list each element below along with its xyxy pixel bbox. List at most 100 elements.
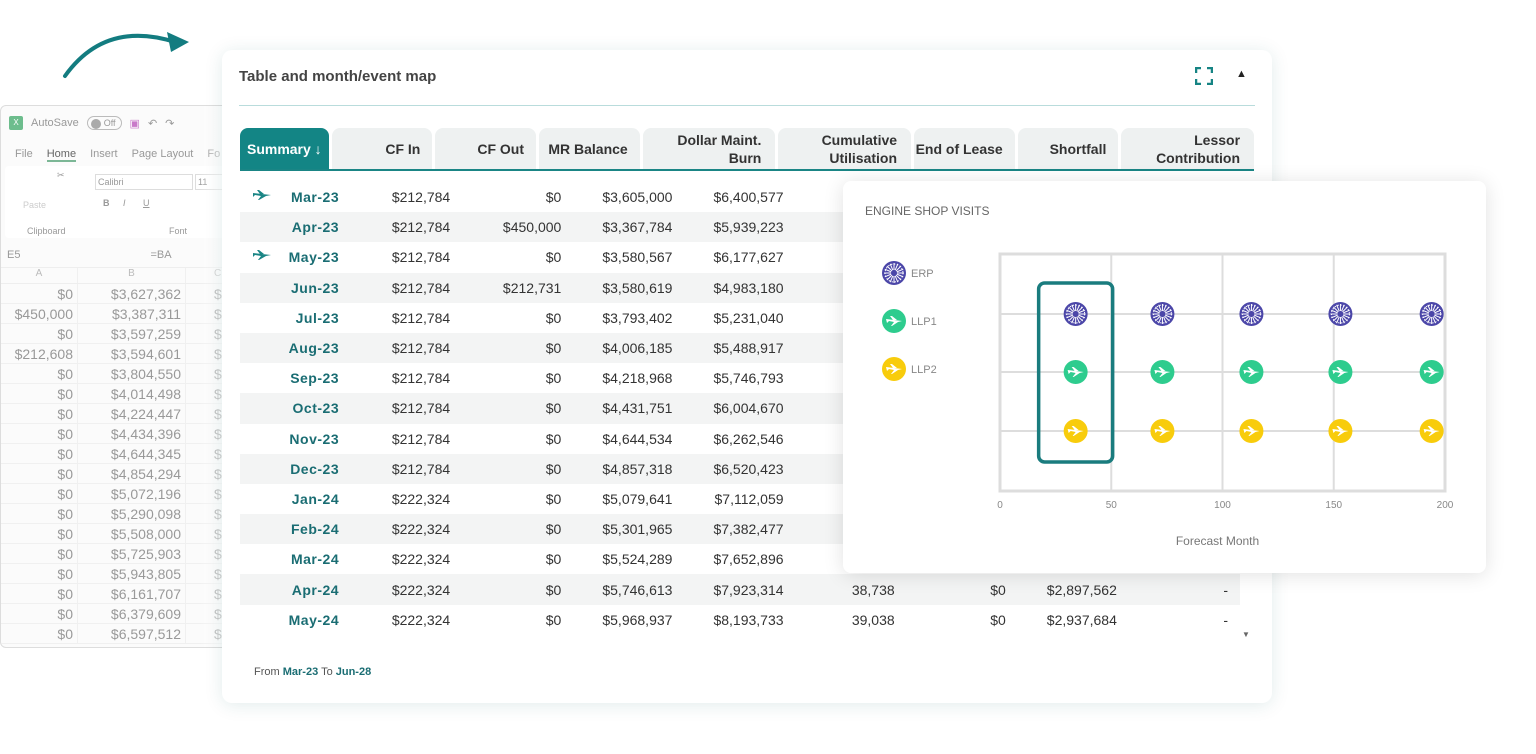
sheet-cell[interactable]: $6,379,609 [77, 604, 185, 623]
formula-bar[interactable]: =BA [150, 249, 171, 261]
column-header-3[interactable]: MR Balance [539, 128, 640, 169]
table-cell: $5,968,937 [602, 611, 673, 628]
ribbon-tab[interactable]: Page Layout [132, 148, 194, 162]
ribbon-tab[interactable]: Insert [90, 148, 118, 162]
sheet-cell[interactable]: $5,072,196 [77, 484, 185, 503]
table-cell: $0 [545, 430, 562, 447]
column-header-6[interactable]: End of Lease [914, 128, 1015, 169]
font-name-select[interactable]: Calibri [95, 174, 193, 190]
column-header-7[interactable]: Shortfall [1017, 128, 1119, 169]
column-header-0[interactable]: Summary ↓ [240, 128, 329, 169]
data-point-llp1[interactable] [1419, 360, 1444, 384]
sheet-cell[interactable]: $0 [1, 564, 77, 583]
sheet-cell[interactable]: $0 [1, 464, 77, 483]
data-point-erp[interactable] [1150, 302, 1175, 326]
month-cell: Mar-23 [240, 189, 351, 205]
data-point-llp1[interactable] [1150, 360, 1175, 384]
table-cell: $7,923,314 [713, 581, 784, 598]
sheet-cell[interactable]: $0 [1, 584, 77, 603]
sheet-cell[interactable]: $6,161,707 [77, 584, 185, 603]
sheet-cell[interactable]: $0 [1, 284, 77, 303]
sheet-cell[interactable]: $4,014,498 [77, 384, 185, 403]
scroll-down-icon[interactable]: ▼ [1242, 630, 1250, 639]
column-header[interactable]: A [1, 268, 77, 283]
data-point-erp[interactable] [1419, 302, 1444, 326]
data-point-llp2[interactable] [1239, 419, 1264, 443]
column-header[interactable]: B [77, 268, 185, 283]
sheet-cell[interactable]: $5,943,805 [77, 564, 185, 583]
data-point-llp1[interactable] [1239, 360, 1264, 384]
sheet-cell[interactable]: $0 [1, 624, 77, 643]
sheet-cell[interactable]: $4,644,345 [77, 444, 185, 463]
sheet-cell[interactable]: $0 [1, 504, 77, 523]
ribbon-tab[interactable]: Home [46, 148, 77, 162]
column-header-8[interactable]: Lessor Contribution [1121, 128, 1255, 169]
cell-reference-box[interactable]: E5 [7, 249, 20, 261]
sheet-cell[interactable]: $450,000 [1, 304, 77, 323]
data-point-llp2[interactable] [1328, 419, 1353, 443]
paste-button[interactable]: Paste [23, 200, 46, 210]
redo-icon[interactable]: ↷ [165, 117, 174, 130]
bold-button[interactable]: B [103, 198, 110, 208]
month-label: Jul-23 [295, 309, 340, 326]
data-point-llp1[interactable] [1063, 360, 1088, 384]
column-header-1[interactable]: CF In [331, 128, 433, 169]
save-icon[interactable]: ▣ [130, 117, 140, 130]
sheet-cell[interactable]: $0 [1, 384, 77, 403]
sheet-cell[interactable]: $6,597,512 [77, 624, 185, 643]
undo-icon[interactable]: ↶ [148, 117, 157, 130]
underline-button[interactable]: U [143, 198, 150, 208]
legend-marker-llp2[interactable] [882, 357, 906, 381]
sheet-cell[interactable]: $0 [1, 444, 77, 463]
sheet-cell[interactable]: $0 [1, 524, 77, 543]
sheet-cell[interactable]: $0 [1, 604, 77, 623]
fullscreen-icon[interactable] [1195, 67, 1213, 85]
sheet-cell[interactable]: $3,804,550 [77, 364, 185, 383]
sheet-cell[interactable]: $4,854,294 [77, 464, 185, 483]
collapse-caret-icon[interactable]: ▲ [1236, 68, 1247, 80]
column-header-5[interactable]: Cumulative Utilisation [778, 128, 912, 169]
autosave-toggle[interactable]: Off [86, 116, 122, 130]
sheet-cell[interactable]: $0 [1, 324, 77, 343]
table-cell: $450,000 [502, 219, 562, 236]
month-label: Sep-23 [290, 370, 340, 387]
data-point-erp[interactable] [1063, 302, 1088, 326]
data-point-llp1[interactable] [1328, 360, 1353, 384]
italic-button[interactable]: I [123, 198, 126, 208]
sheet-cell[interactable]: $0 [1, 544, 77, 563]
sheet-cell[interactable]: $0 [1, 484, 77, 503]
sheet-cell[interactable]: $5,725,903 [77, 544, 185, 563]
month-cell: Feb-24 [240, 521, 351, 537]
data-point-llp2[interactable] [1150, 419, 1175, 443]
sheet-cell[interactable]: $3,597,259 [77, 324, 185, 343]
legend-marker-llp1[interactable] [882, 309, 906, 333]
table-cell: $0 [545, 551, 562, 568]
sheet-cell[interactable]: $3,594,601 [77, 344, 185, 363]
sheet-cell[interactable]: $5,508,000 [77, 524, 185, 543]
sheet-cell[interactable]: $4,434,396 [77, 424, 185, 443]
legend-marker-erp[interactable] [882, 261, 906, 285]
table-cell: $4,218,968 [602, 370, 673, 387]
sheet-cell[interactable]: $0 [1, 424, 77, 443]
data-point-llp2[interactable] [1063, 419, 1088, 443]
sheet-cell[interactable]: $0 [1, 364, 77, 383]
excel-window: X AutoSave Off ▣ ↶ ↷ File Home Insert Page … [0, 105, 240, 648]
table-row[interactable]: May-24 $222,324 $0 $5,968,937 $8,193,733 39,0… [240, 605, 1240, 635]
data-point-llp2[interactable] [1419, 419, 1444, 443]
table-cell: $6,520,423 [713, 460, 784, 477]
column-header-4[interactable]: Dollar Maint. Burn [642, 128, 776, 169]
data-point-erp[interactable] [1328, 302, 1353, 326]
ribbon-tab[interactable]: File [15, 148, 33, 162]
sheet-cell[interactable]: $5,290,098 [77, 504, 185, 523]
sheet-cell[interactable]: $3,627,362 [77, 284, 185, 303]
data-point-erp[interactable] [1239, 302, 1264, 326]
cut-icon[interactable]: ✂ [57, 170, 65, 181]
table-row[interactable]: Apr-24 $222,324 $0 $5,746,613 $7,923,314 38,7… [240, 574, 1240, 605]
sheet-cell[interactable]: $212,608 [1, 344, 77, 363]
column-header-2[interactable]: CF Out [435, 128, 537, 169]
sheet-cell[interactable]: $3,387,311 [77, 304, 185, 323]
chart-svg: 0 50 100 150 200 Forecast Month ERP LLP1 LLP2 [882, 252, 1454, 548]
sheet-cell[interactable]: $0 [1, 404, 77, 423]
table-cell: $5,079,641 [602, 490, 673, 507]
sheet-cell[interactable]: $4,224,447 [77, 404, 185, 423]
